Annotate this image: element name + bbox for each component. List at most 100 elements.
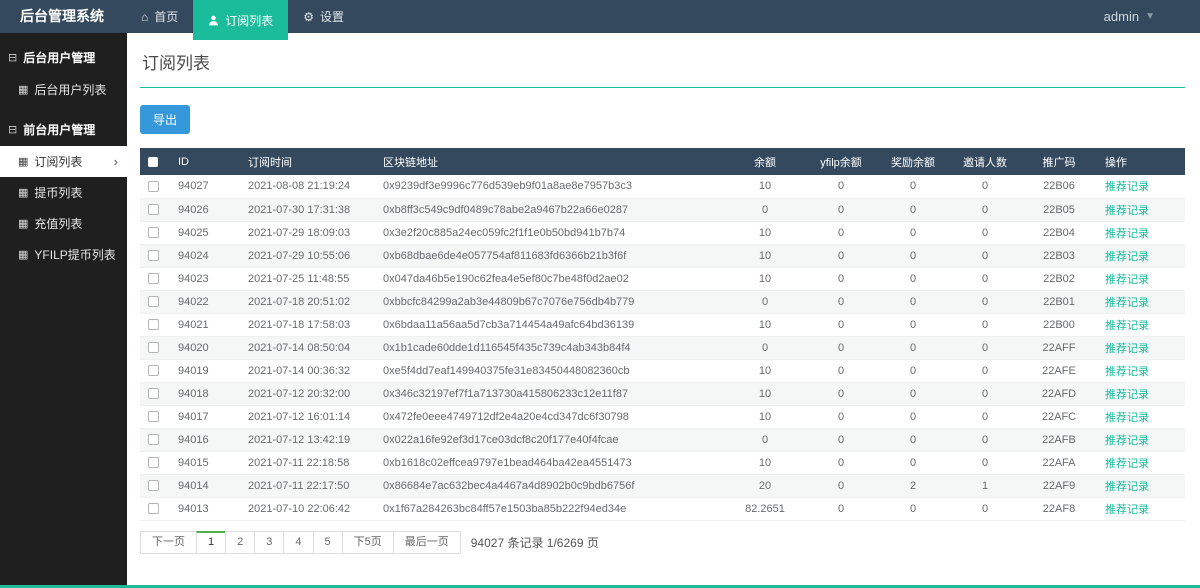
cell-action: 推荐记录 xyxy=(1097,359,1185,382)
cell-address: 0x472fe0eee4749712df2e4a20e4cd347dc6f307… xyxy=(375,405,725,428)
cell-yfilp-balance: 0 xyxy=(805,336,877,359)
cell-id: 94018 xyxy=(170,382,240,405)
cell-address: 0x9239df3e9996c776d539eb9f01a8ae8e7957b3… xyxy=(375,175,725,198)
sidebar-item-backend-user-list[interactable]: ▦后台用户列表 xyxy=(0,74,127,105)
cell-id: 94014 xyxy=(170,474,240,497)
table-row: 940242021-07-29 10:55:060xb68dbae6de4e05… xyxy=(140,244,1185,267)
sidebar-section-backend-user-mgmt[interactable]: ⊟后台用户管理 xyxy=(0,33,127,74)
nav-item-label: 设置 xyxy=(320,8,344,25)
app-title: 后台管理系统 xyxy=(0,0,126,33)
table-row: 940212021-07-18 17:58:030x6bdaa11a56aa5d… xyxy=(140,313,1185,336)
cell-id: 94015 xyxy=(170,451,240,474)
row-checkbox[interactable] xyxy=(148,503,159,514)
cell-time: 2021-07-10 22:06:42 xyxy=(240,497,375,520)
sidebar-item-yfilp-withdraw-list[interactable]: ▦YFILP提币列表 xyxy=(0,239,127,270)
cell-time: 2021-07-29 18:09:03 xyxy=(240,221,375,244)
cell-promo-code: 22B05 xyxy=(1021,198,1097,221)
row-checkbox[interactable] xyxy=(148,250,159,261)
row-checkbox[interactable] xyxy=(148,342,159,353)
cell-time: 2021-08-08 21:19:24 xyxy=(240,175,375,198)
page-button-下一页[interactable]: 下一页 xyxy=(140,531,197,554)
pagination: 下一页12345下5页最后一页 94027 条记录 1/6269 页 xyxy=(140,531,1185,554)
row-checkbox-cell xyxy=(140,290,170,313)
referral-record-link[interactable]: 推荐记录 xyxy=(1105,412,1149,424)
page-button-最后一页[interactable]: 最后一页 xyxy=(393,531,461,554)
cell-invites: 0 xyxy=(949,313,1021,336)
export-button[interactable]: 导出 xyxy=(140,105,190,134)
row-checkbox[interactable] xyxy=(148,480,159,491)
user-menu[interactable]: admin ▼ xyxy=(1104,0,1200,33)
nav-item-settings[interactable]: ⚙ 设置 xyxy=(288,0,359,33)
referral-record-link[interactable]: 推荐记录 xyxy=(1105,504,1149,516)
nav-item-subscription-list[interactable]: 订阅列表 xyxy=(193,0,288,40)
referral-record-link[interactable]: 推荐记录 xyxy=(1105,181,1149,193)
cell-time: 2021-07-12 13:42:19 xyxy=(240,428,375,451)
row-checkbox-cell xyxy=(140,267,170,290)
page-button-5[interactable]: 5 xyxy=(313,531,343,554)
referral-record-link[interactable]: 推荐记录 xyxy=(1105,297,1149,309)
sidebar-section-frontend-user-mgmt[interactable]: ⊟前台用户管理 xyxy=(0,105,127,146)
row-checkbox-cell xyxy=(140,405,170,428)
row-checkbox[interactable] xyxy=(148,365,159,376)
cell-reward-balance: 0 xyxy=(877,244,949,267)
cell-reward-balance: 0 xyxy=(877,290,949,313)
row-checkbox[interactable] xyxy=(148,388,159,399)
page-button-4[interactable]: 4 xyxy=(283,531,313,554)
cell-balance: 0 xyxy=(725,198,805,221)
row-checkbox[interactable] xyxy=(148,227,159,238)
referral-record-link[interactable]: 推荐记录 xyxy=(1105,389,1149,401)
nav-item-label: 首页 xyxy=(154,8,178,25)
row-checkbox[interactable] xyxy=(148,204,159,215)
cell-address: 0xb8ff3c549c9df0489c78abe2a9467b22a66e02… xyxy=(375,198,725,221)
referral-record-link[interactable]: 推荐记录 xyxy=(1105,251,1149,263)
page-button-下5页[interactable]: 下5页 xyxy=(342,531,394,554)
sidebar-item-label: YFILP提币列表 xyxy=(34,246,115,263)
row-checkbox[interactable] xyxy=(148,296,159,307)
table-row: 940172021-07-12 16:01:140x472fe0eee47497… xyxy=(140,405,1185,428)
page-button-3[interactable]: 3 xyxy=(254,531,284,554)
pagination-buttons: 下一页12345下5页最后一页 xyxy=(140,531,461,554)
table-row: 940192021-07-14 00:36:320xe5f4dd7eaf1499… xyxy=(140,359,1185,382)
sidebar-item-recharge-list[interactable]: ▦充值列表 xyxy=(0,208,127,239)
nav-item-home[interactable]: ⌂首页 xyxy=(126,0,193,33)
cell-balance: 20 xyxy=(725,474,805,497)
referral-record-link[interactable]: 推荐记录 xyxy=(1105,458,1149,470)
row-checkbox[interactable] xyxy=(148,273,159,284)
cell-balance: 82.2651 xyxy=(725,497,805,520)
table-row: 940182021-07-12 20:32:000x346c32197ef7f1… xyxy=(140,382,1185,405)
cell-invites: 0 xyxy=(949,244,1021,267)
user-icon xyxy=(208,15,219,26)
table-row: 940272021-08-08 21:19:240x9239df3e9996c7… xyxy=(140,175,1185,198)
sidebar-item-subscription-list[interactable]: ▦订阅列表› xyxy=(0,146,127,177)
referral-record-link[interactable]: 推荐记录 xyxy=(1105,343,1149,355)
row-checkbox-cell xyxy=(140,175,170,198)
cell-time: 2021-07-11 22:18:58 xyxy=(240,451,375,474)
cell-invites: 0 xyxy=(949,405,1021,428)
row-checkbox[interactable] xyxy=(148,181,159,192)
navbar-menu: ⌂首页订阅列表⚙设置 xyxy=(126,0,359,33)
column-header: 余额 xyxy=(725,148,805,175)
row-checkbox[interactable] xyxy=(148,319,159,330)
row-checkbox[interactable] xyxy=(148,457,159,468)
cell-address: 0xe5f4dd7eaf149940375fe31e83450448082360… xyxy=(375,359,725,382)
page-button-2[interactable]: 2 xyxy=(225,531,255,554)
referral-record-link[interactable]: 推荐记录 xyxy=(1105,435,1149,447)
referral-record-link[interactable]: 推荐记录 xyxy=(1105,274,1149,286)
cell-yfilp-balance: 0 xyxy=(805,290,877,313)
cell-promo-code: 22AFE xyxy=(1021,359,1097,382)
select-all-checkbox[interactable] xyxy=(148,157,158,167)
row-checkbox[interactable] xyxy=(148,434,159,445)
referral-record-link[interactable]: 推荐记录 xyxy=(1105,481,1149,493)
referral-record-link[interactable]: 推荐记录 xyxy=(1105,205,1149,217)
cell-reward-balance: 0 xyxy=(877,451,949,474)
sidebar-item-withdraw-list[interactable]: ▦提币列表 xyxy=(0,177,127,208)
referral-record-link[interactable]: 推荐记录 xyxy=(1105,366,1149,378)
referral-record-link[interactable]: 推荐记录 xyxy=(1105,228,1149,240)
cell-action: 推荐记录 xyxy=(1097,428,1185,451)
referral-record-link[interactable]: 推荐记录 xyxy=(1105,320,1149,332)
cell-yfilp-balance: 0 xyxy=(805,405,877,428)
gear-icon: ⚙ xyxy=(303,11,314,23)
page-button-1[interactable]: 1 xyxy=(196,531,226,554)
sidebar-section-label: 前台用户管理 xyxy=(23,121,95,138)
row-checkbox[interactable] xyxy=(148,411,159,422)
